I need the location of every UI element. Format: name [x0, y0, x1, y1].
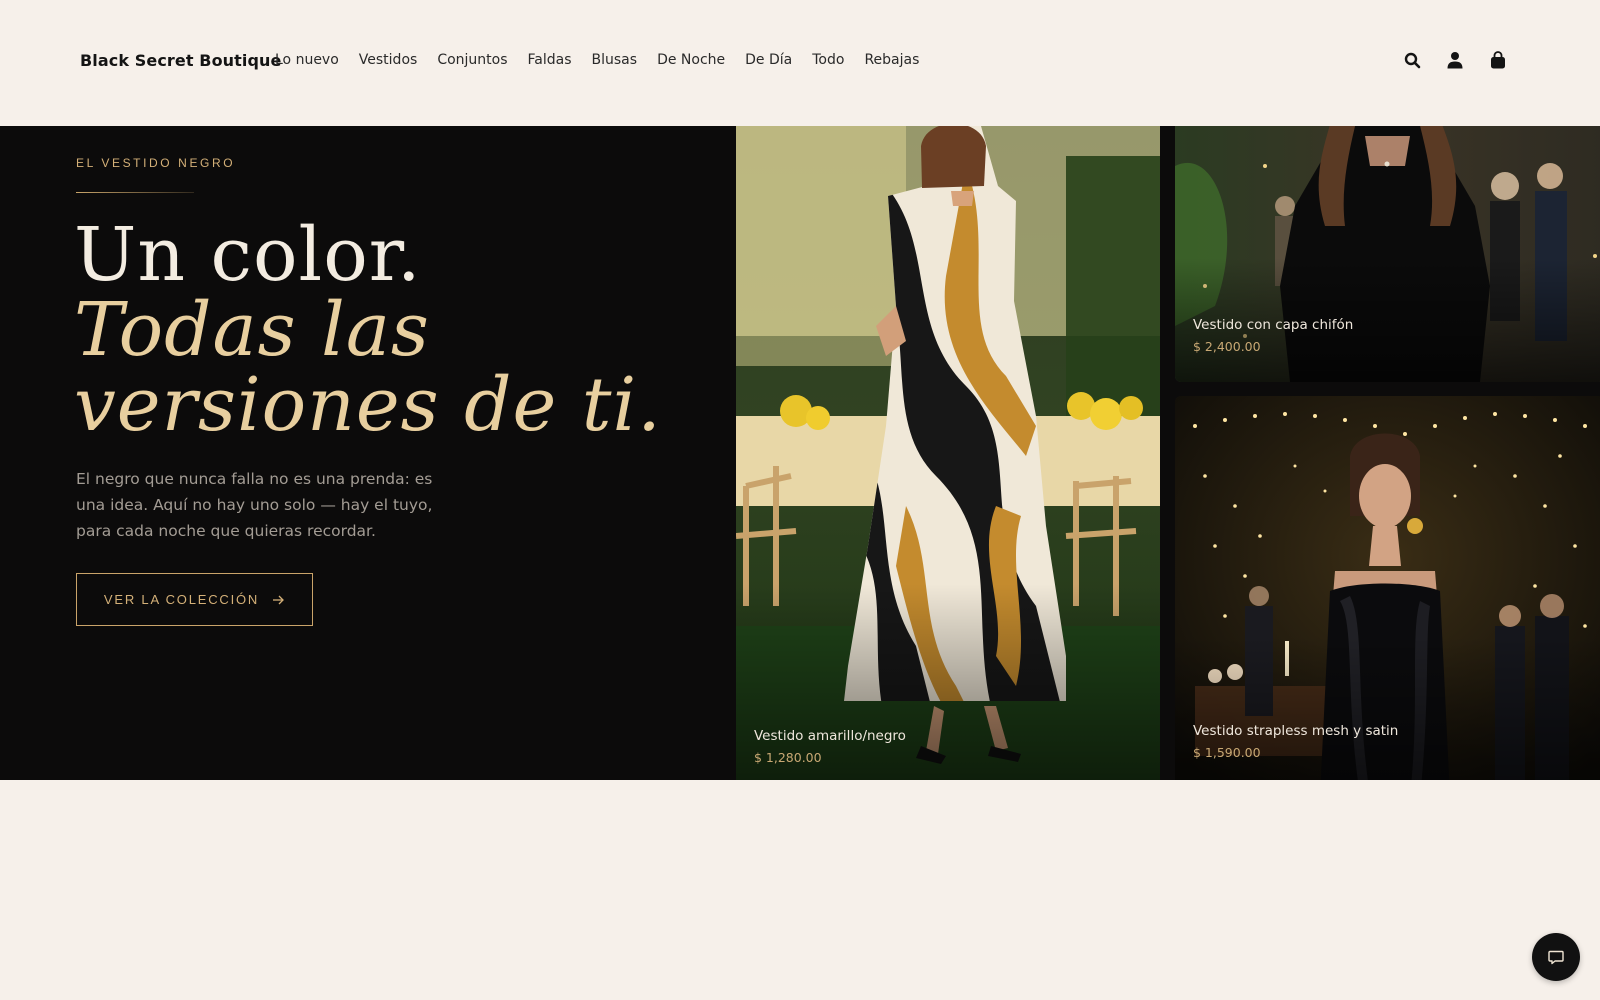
search-icon[interactable] [1402, 50, 1422, 70]
product-price: $ 1,280.00 [754, 750, 822, 765]
product-image-yellow-black-dress [736, 126, 1160, 780]
nav-item-de-noche[interactable]: De Noche [657, 52, 725, 68]
site-header: Black Secret Boutique Lo nuevo Vestidos … [0, 0, 1600, 126]
chat-button[interactable] [1532, 933, 1580, 981]
chat-icon [1548, 950, 1564, 965]
header-actions [1402, 50, 1508, 70]
eyebrow-divider [76, 192, 194, 193]
product-price: $ 2,400.00 [1193, 339, 1261, 354]
hero-eyebrow: EL VESTIDO NEGRO [76, 156, 236, 170]
product-card-vestido-capa-chifon[interactable]: Vestido con capa chifón $ 2,400.00 [1175, 126, 1600, 382]
hero-description: El negro que nunca falla no es una prend… [76, 470, 433, 540]
hero-section: EL VESTIDO NEGRO Un color. Todas las ver… [0, 126, 1600, 780]
nav-item-lo-nuevo[interactable]: Lo nuevo [275, 52, 339, 68]
product-name: Vestido con capa chifón [1193, 317, 1354, 333]
product-name: Vestido amarillo/negro [754, 728, 906, 744]
nav-item-faldas[interactable]: Faldas [528, 52, 572, 68]
nav-item-todo[interactable]: Todo [812, 52, 844, 68]
headline-line-3: versiones de ti. [74, 362, 662, 448]
nav-item-rebajas[interactable]: Rebajas [864, 52, 919, 68]
nav-item-vestidos[interactable]: Vestidos [359, 52, 418, 68]
nav-item-de-dia[interactable]: De Día [745, 52, 792, 68]
product-card-vestido-strapless[interactable]: Vestido strapless mesh y satin $ 1,590.0… [1175, 396, 1600, 780]
product-name: Vestido strapless mesh y satin [1193, 723, 1399, 739]
view-collection-button[interactable]: VER LA COLECCIÓN [76, 573, 313, 626]
headline-line-1: Un color. [74, 212, 422, 298]
bag-icon[interactable] [1488, 50, 1508, 70]
nav-item-blusas[interactable]: Blusas [592, 52, 638, 68]
brand-logo[interactable]: Black Secret Boutique [80, 51, 282, 70]
product-price: $ 1,590.00 [1193, 745, 1261, 760]
hero-headline: Un color. Todas las versiones de ti. [74, 218, 662, 443]
main-nav: Lo nuevo Vestidos Conjuntos Faldas Blusa… [275, 52, 919, 68]
arrow-right-icon [273, 592, 285, 608]
account-icon[interactable] [1445, 50, 1465, 70]
headline-line-2: Todas las [74, 287, 430, 373]
view-collection-label: VER LA COLECCIÓN [103, 592, 260, 607]
nav-item-conjuntos[interactable]: Conjuntos [437, 52, 507, 68]
product-card-vestido-amarillo-negro[interactable]: Vestido amarillo/negro $ 1,280.00 [736, 126, 1160, 780]
